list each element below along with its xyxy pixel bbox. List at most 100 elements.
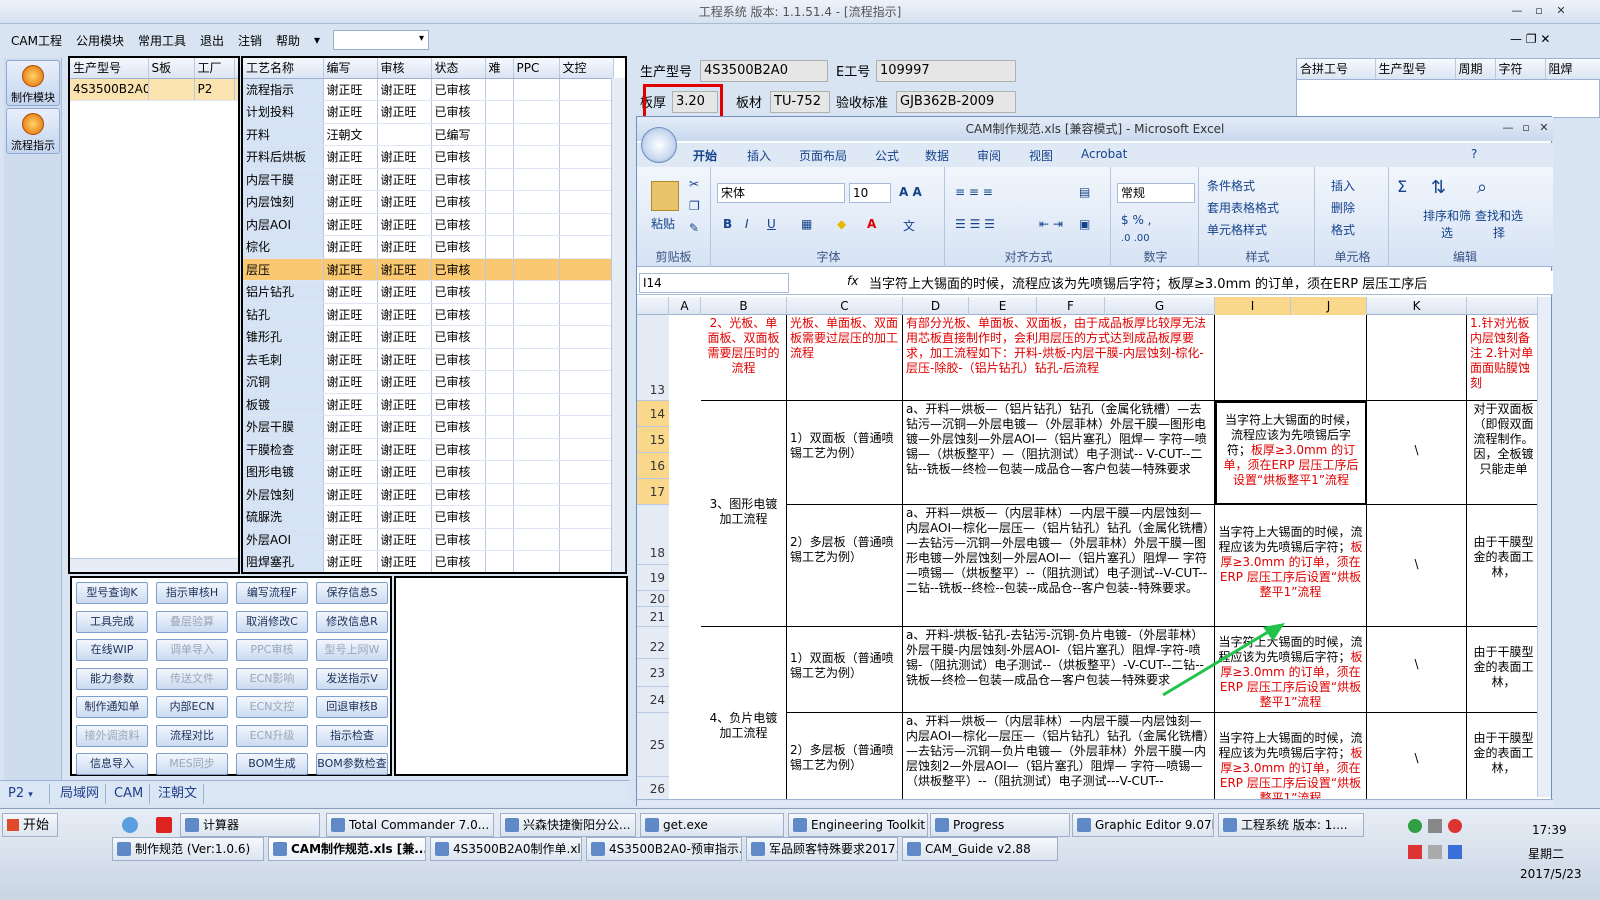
fill-color-icon[interactable]: ◆ [837,217,846,231]
col-header[interactable]: B [701,297,787,315]
col-merge-no[interactable]: 合拼工号 [1297,59,1376,80]
row-header[interactable]: 17 [637,479,669,505]
function-button[interactable]: ECN影响 [236,667,308,690]
excel-minimize-icon[interactable]: — [1499,120,1517,136]
table-row[interactable]: 硫脲洗 谢正旺 谢正旺 已审核 [243,505,614,529]
insert-cells-button[interactable]: 插入 [1331,177,1355,194]
row-header[interactable]: 25 [637,713,669,777]
material-field[interactable]: TU-752 [770,91,830,113]
tab-data[interactable]: 数据 [925,147,949,164]
row-header[interactable]: 26 [637,777,669,801]
table-row[interactable]: 外层AOI 谢正旺 谢正旺 已审核 [243,528,614,551]
bold-icon[interactable]: B [723,217,732,231]
tab-formulas[interactable]: 公式 [875,147,899,164]
table-row[interactable]: 开料 汪朝文 已编写 [243,123,614,146]
taskbar-item[interactable]: Progress [930,813,1070,837]
taskbar-item[interactable]: 计算器 [180,813,320,837]
function-button[interactable]: 信息导入 [76,753,148,775]
taskbar-item[interactable]: CAM_Guide v2.88 [902,837,1058,861]
table-row[interactable]: 计划投料 谢正旺 谢正旺 已审核 [243,100,614,124]
process-guide-button[interactable]: 流程指示 [6,108,60,154]
function-button[interactable]: 调单导入 [156,639,228,661]
align-top-icon[interactable]: ≡ ≡ ≡ [955,185,993,199]
font-color-icon[interactable]: A [867,217,876,231]
function-button[interactable]: 传送文件 [156,667,228,690]
col-writer[interactable]: 编写 [323,58,378,79]
function-button[interactable]: 回退审核B [316,696,388,718]
paste-button[interactable]: 粘贴 [651,215,675,232]
table-row[interactable]: 层压 谢正旺 谢正旺 已审核 [243,258,614,281]
mdi-restore-icon[interactable]: ❐ [1526,32,1541,46]
font-name-select[interactable]: 宋体 [717,183,845,203]
taskbar-item[interactable]: Graphic Editor 9.07b2... [1072,813,1214,837]
table-row[interactable]: 去毛刺 谢正旺 谢正旺 已审核 [243,348,614,371]
cell-l25[interactable]: 由于干膜型金的表面工林， [1467,713,1537,801]
col-ppc[interactable]: PPC [513,58,560,79]
volume-icon[interactable] [1428,845,1442,859]
autosum-icon[interactable]: Σ [1397,177,1407,196]
format-cells-button[interactable]: 格式 [1331,221,1355,238]
merge-cells-icon[interactable]: ▣ [1079,217,1090,231]
function-button[interactable]: 保存信息S [316,582,388,604]
row-header[interactable]: 19 [637,565,669,591]
cell-k13[interactable] [1367,315,1467,401]
col-merge-product[interactable]: 生产型号 [1375,59,1456,80]
cell-k14[interactable]: \ [1367,401,1467,505]
function-button[interactable]: 发送指示V [316,667,388,690]
menu-combo[interactable] [333,30,430,50]
taskbar-item[interactable]: 4S3500B2A0-预审指示.... [586,837,742,861]
e-field[interactable]: 109997 [876,60,1016,82]
sort-filter-icon[interactable]: ⇅ [1431,177,1446,198]
horizontal-scrollbar[interactable] [70,558,238,572]
col-reviewer[interactable]: 审核 [377,58,432,79]
italic-icon[interactable]: I [745,217,749,231]
table-row[interactable]: 锥形孔 谢正旺 谢正旺 已审核 [243,325,614,349]
table-row[interactable]: 内层AOI 谢正旺 谢正旺 已审核 [243,213,614,236]
tray-icon[interactable] [1448,819,1462,833]
standard-field[interactable]: GJB362B-2009 [896,91,1016,113]
col-header[interactable]: J [1291,297,1367,315]
function-button[interactable]: BOM参数检查 [316,753,388,775]
cell-d25[interactable]: a、开料—烘板—（内层菲林）—内层干膜—内层蚀刻—内层AOI—棕化—层压—（铝片… [903,713,1215,801]
clock[interactable]: 17:39 星期二 2017/5/23 [1470,819,1600,899]
cell-b14[interactable]: 3、图形电镀加工流程 [701,401,787,627]
tab-user[interactable]: 汪朝文 [152,784,205,804]
select-all[interactable] [637,297,669,315]
function-button[interactable]: 型号查询K [76,582,148,604]
taskbar-item[interactable]: 4S3500B2A0制作单.xls ... [430,837,582,861]
function-button[interactable]: ECN文控 [236,696,308,718]
menu-common-module[interactable]: 公用模块 [69,32,131,49]
tray-icon[interactable] [1448,845,1462,859]
function-button[interactable]: 接外调资料 [76,724,148,747]
phonetic-icon[interactable]: 文 [903,217,915,234]
name-box[interactable]: I14 [639,273,789,293]
row-header[interactable]: 13 [637,315,669,401]
cell-c25[interactable]: 2）多层板（普通喷锡工艺为例） [787,713,903,801]
tray-icon[interactable] [1408,819,1422,833]
percent-icon[interactable]: $ % , [1121,213,1151,227]
function-button[interactable]: BOM生成 [236,753,308,775]
tab-insert[interactable]: 插入 [747,147,771,164]
function-button[interactable]: 制作通知单 [76,696,148,718]
tab-page-layout[interactable]: 页面布局 [799,147,847,164]
function-button[interactable]: 型号上网W [316,639,388,661]
start-button[interactable]: 开始 [2,813,58,837]
function-button[interactable]: ECN升级 [236,724,308,747]
taskbar-item[interactable]: get.exe [640,813,784,837]
function-button[interactable]: 能力参数 [76,667,148,690]
delete-cells-button[interactable]: 删除 [1331,199,1355,216]
format-painter-icon[interactable]: ✎ [689,221,699,235]
conditional-format-button[interactable]: 条件格式 [1207,177,1255,194]
font-size-select[interactable]: 10 [849,183,891,203]
menu-tools[interactable]: 常用工具 [131,32,193,49]
taskbar-item[interactable]: 工程系统 版本: 1.... [1218,813,1364,837]
table-row[interactable]: 内层干膜 谢正旺 谢正旺 已审核 [243,168,614,191]
cell-l22[interactable]: 由于干膜型金的表面工林， [1467,627,1537,713]
app-icon[interactable] [122,817,138,833]
cell-i13[interactable] [1215,315,1367,401]
copy-icon[interactable]: ❐ [689,199,700,213]
table-row[interactable]: 阻焊塞孔 谢正旺 谢正旺 已审核 [243,550,614,572]
excel-maximize-icon[interactable]: ▫ [1517,120,1535,136]
find-select-button[interactable]: 查找和选择 [1473,207,1525,241]
table-row[interactable]: 板镀 谢正旺 谢正旺 已审核 [243,393,614,416]
